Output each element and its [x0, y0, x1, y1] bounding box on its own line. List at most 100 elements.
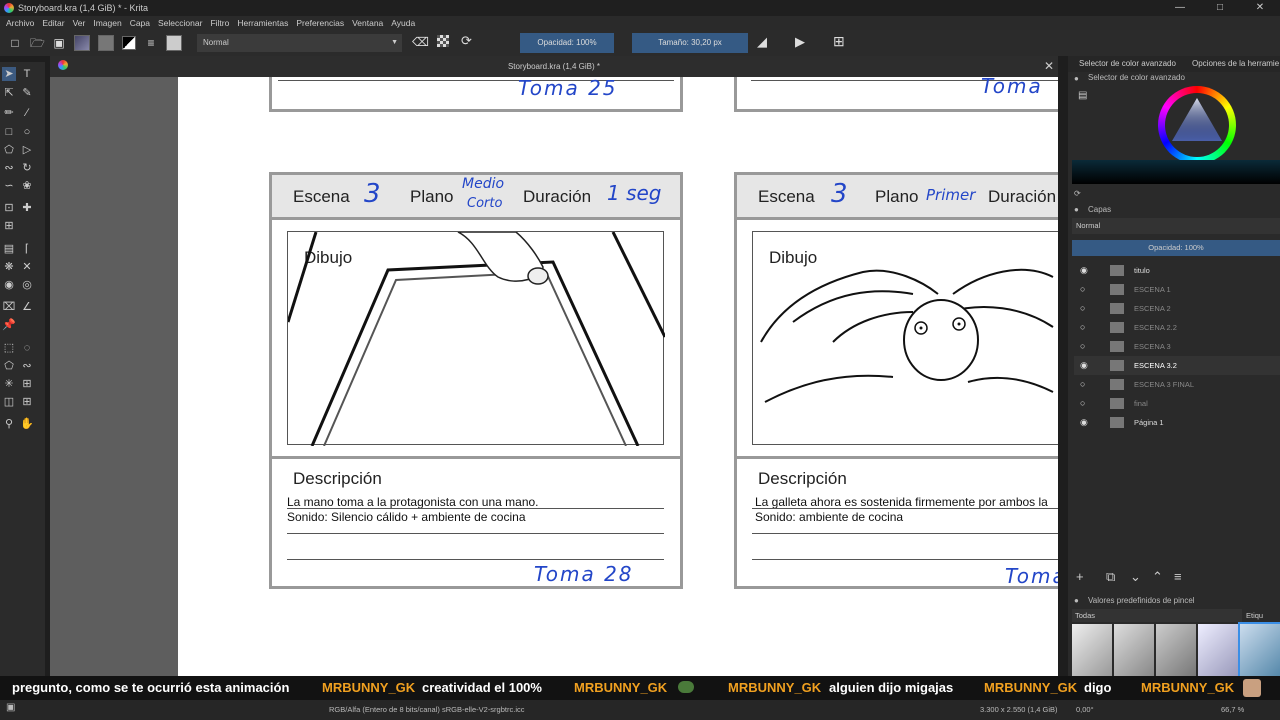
refresh-icon[interactable]: ⟳	[1074, 189, 1081, 198]
layer-row[interactable]: ○ ESCENA 3	[1074, 337, 1280, 356]
move-layer-up-icon[interactable]: ⌃	[1152, 569, 1163, 585]
pan-tool-icon[interactable]: ✋	[20, 417, 34, 431]
menu-archivo[interactable]: Archivo	[6, 18, 34, 28]
fill-tool-icon[interactable]: ◉	[2, 278, 16, 292]
brush-preset-icon[interactable]	[166, 35, 182, 51]
layer-row[interactable]: ◉ titulo	[1074, 261, 1280, 280]
eye-visible-icon[interactable]: ◉	[1080, 360, 1088, 371]
transform-tool-icon[interactable]: ⊡	[2, 201, 16, 215]
rectangular-selection-icon[interactable]: ⬚	[2, 341, 16, 355]
tab-color-selector[interactable]: Selector de color avanzado	[1079, 59, 1176, 68]
blend-mode-select[interactable]: Normal ▼	[197, 34, 402, 52]
menu-capa[interactable]: Capa	[130, 18, 150, 28]
menu-preferencias[interactable]: Preferencias	[296, 18, 344, 28]
close-window-icon[interactable]: ✕	[1240, 0, 1280, 16]
gradient-tool-icon[interactable]: ▤	[2, 242, 16, 256]
brush-preset-thumb[interactable]	[1072, 624, 1112, 676]
layer-row[interactable]: ◉ ESCENA 3.2	[1074, 356, 1280, 375]
document-tab[interactable]: Storyboard.kra (1,4 GiB) *	[508, 62, 600, 71]
description-line-1[interactable]: La mano toma a la protagonista con una m…	[287, 495, 539, 509]
mirror-vertical-icon[interactable]: ▶	[795, 34, 805, 50]
eye-hidden-icon[interactable]: ○	[1080, 379, 1085, 389]
eye-hidden-icon[interactable]: ○	[1080, 284, 1085, 294]
menu-filtro[interactable]: Filtro	[210, 18, 229, 28]
layer-row[interactable]: ○ ESCENA 2	[1074, 299, 1280, 318]
crop-tool-icon[interactable]: ⊞	[2, 219, 16, 233]
smart-patch-tool-icon[interactable]: ❋	[2, 260, 16, 274]
description-line-1[interactable]: La galleta ahora es sostenida firmemente…	[755, 495, 1048, 509]
lock-icon[interactable]: ●	[1074, 74, 1079, 83]
brush-preset-thumb[interactable]	[1156, 624, 1196, 676]
freehand-brush-tool-icon[interactable]: ✏	[2, 106, 16, 120]
wrap-around-icon[interactable]: ⊞	[833, 33, 845, 50]
color-patch-strip[interactable]	[1072, 160, 1280, 184]
ellipse-tool-icon[interactable]: ○	[20, 125, 34, 139]
enclose-fill-tool-icon[interactable]: ◎	[20, 278, 34, 292]
contiguous-selection-icon[interactable]: ✳	[2, 377, 16, 391]
reload-preset-icon[interactable]: ⟳	[461, 33, 472, 49]
eye-hidden-icon[interactable]: ○	[1080, 303, 1085, 313]
mirror-horizontal-icon[interactable]: ◢	[757, 34, 767, 50]
layer-row[interactable]: ○ final	[1074, 394, 1280, 413]
open-folder-icon[interactable]: 🗁	[30, 36, 45, 50]
menu-imagen[interactable]: Imagen	[93, 18, 121, 28]
eye-hidden-icon[interactable]: ○	[1080, 398, 1085, 408]
move-layer-down-icon[interactable]: ⌄	[1130, 569, 1141, 585]
minimize-icon[interactable]: —	[1160, 0, 1200, 16]
color-space-info[interactable]: RGB/Alfa (Entero de 8 bits/canal) sRGB-e…	[329, 705, 524, 714]
brush-filter-select[interactable]: Todas	[1072, 609, 1242, 622]
close-document-icon[interactable]: ✕	[1042, 56, 1056, 77]
description-line-2[interactable]: Sonido: ambiente de cocina	[755, 510, 903, 524]
reference-images-tool-icon[interactable]: 📌	[2, 318, 16, 332]
text-tool-icon[interactable]: T	[20, 67, 34, 81]
elliptical-selection-icon[interactable]: ◌	[20, 341, 34, 355]
edit-shapes-tool-icon[interactable]: ⇱	[2, 86, 16, 100]
menu-herramientas[interactable]: Herramientas	[237, 18, 288, 28]
layer-row[interactable]: ○ ESCENA 3 FINAL	[1074, 375, 1280, 394]
bezier-selection-icon[interactable]: ◫	[2, 395, 16, 409]
selection-icon[interactable]: ▣	[6, 702, 15, 713]
layer-opacity-slider[interactable]: Opacidad: 100%	[1072, 240, 1280, 256]
lock-icon[interactable]: ●	[1074, 205, 1079, 214]
bezier-tool-icon[interactable]: ∾	[2, 161, 16, 175]
alpha-lock-icon[interactable]	[437, 35, 449, 47]
layer-properties-icon[interactable]: ≡	[1174, 569, 1182, 584]
eye-visible-icon[interactable]: ◉	[1080, 417, 1088, 428]
move-tool-icon[interactable]: ✚	[20, 201, 34, 215]
magnetic-selection-icon[interactable]: ⊞	[20, 395, 34, 409]
color-picker-tool-icon[interactable]: ⌈	[20, 242, 34, 256]
fg-bg-color-icon[interactable]	[122, 36, 136, 50]
eye-hidden-icon[interactable]: ○	[1080, 322, 1085, 332]
brush-tag-label[interactable]: Etiqu	[1246, 611, 1263, 620]
menu-ayuda[interactable]: Ayuda	[391, 18, 415, 28]
zoom-tool-icon[interactable]: ⚲	[2, 417, 16, 431]
save-icon[interactable]: ▣	[52, 36, 66, 50]
freehand-selection-icon[interactable]: ∾	[20, 359, 34, 373]
pattern-swatch-icon[interactable]	[98, 35, 114, 51]
eye-hidden-icon[interactable]: ○	[1080, 341, 1085, 351]
gradient-swatch-icon[interactable]	[74, 35, 90, 51]
assistant-tool-icon[interactable]: ⌧	[2, 300, 16, 314]
color-wheel[interactable]	[1158, 86, 1236, 164]
layer-blend-select[interactable]: Normal	[1072, 218, 1280, 234]
zoom-value[interactable]: 66,7 %	[1221, 705, 1244, 714]
description-line-2[interactable]: Sonido: Silencio cálido + ambiente de co…	[287, 510, 526, 524]
new-document-icon[interactable]: □	[8, 36, 22, 50]
dynamic-brush-tool-icon[interactable]: ∽	[2, 179, 16, 193]
line-tool-icon[interactable]: ∕	[20, 106, 34, 120]
polygon-tool-icon[interactable]: ⬠	[2, 143, 16, 157]
multibrush-tool-icon[interactable]: ❀	[20, 179, 34, 193]
menu-editar[interactable]: Editar	[42, 18, 64, 28]
rectangle-tool-icon[interactable]: □	[2, 125, 16, 139]
menu-ver[interactable]: Ver	[73, 18, 86, 28]
layer-row[interactable]: ○ ESCENA 2.2	[1074, 318, 1280, 337]
tab-tool-options[interactable]: Opciones de la herramie	[1192, 59, 1279, 68]
similar-selection-icon[interactable]: ⊞	[20, 377, 34, 391]
layer-row[interactable]: ◉ Página 1	[1074, 413, 1280, 432]
brush-preset-thumb-selected[interactable]	[1238, 622, 1280, 678]
calligraphy-tool-icon[interactable]: ✎	[20, 86, 34, 100]
drawing-frame[interactable]: Dibujo	[752, 231, 1058, 445]
measure-tool-icon[interactable]: ∠	[20, 300, 34, 314]
rotation-value[interactable]: 0,00°	[1076, 705, 1094, 714]
polygonal-selection-icon[interactable]: ⬠	[2, 359, 16, 373]
